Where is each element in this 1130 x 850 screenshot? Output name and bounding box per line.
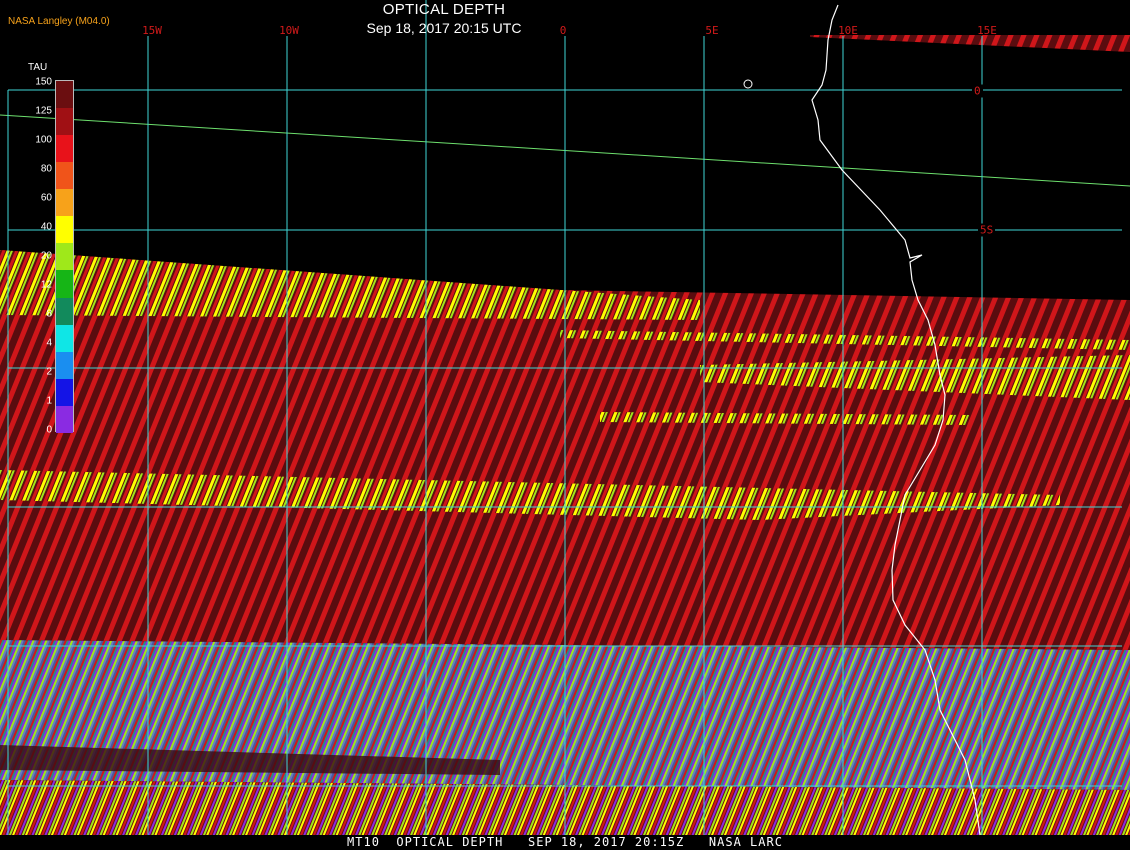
- legend-swatch: [56, 108, 73, 136]
- legend-swatch: [56, 351, 73, 379]
- legend-swatch: [56, 162, 73, 190]
- legend-tick-label: 125: [35, 105, 52, 117]
- credit-label: NASA Langley (M04.0): [8, 16, 110, 27]
- legend-tick-label: 60: [40, 192, 52, 204]
- lon-label-10w: 10W: [279, 24, 299, 37]
- legend-swatch: [56, 270, 73, 298]
- color-scale-bar: [55, 80, 74, 433]
- lon-label-10e: 10E: [838, 24, 858, 37]
- map-timestamp: Sep 18, 2017 20:15 UTC: [366, 20, 522, 36]
- legend-tick-label: 2: [46, 366, 52, 378]
- legend-tick-label: 0: [46, 424, 52, 436]
- lon-label-15e: 15E: [977, 24, 997, 37]
- legend-tick-label: 80: [40, 163, 52, 175]
- legend-swatch: [56, 405, 73, 433]
- optical-depth-map: [0, 0, 1130, 850]
- legend-swatch: [56, 216, 73, 244]
- legend-title: TAU: [28, 62, 48, 73]
- legend-swatch: [56, 189, 73, 217]
- lat-label-5s: 5S: [978, 223, 996, 237]
- legend-tick-label: 4: [46, 337, 52, 349]
- legend-swatch: [56, 324, 73, 352]
- legend-swatch: [56, 243, 73, 271]
- map-title: OPTICAL DEPTH: [382, 1, 506, 18]
- legend-swatch: [56, 297, 73, 325]
- legend-tick-label: 20: [40, 250, 52, 262]
- legend-tick-label: 150: [35, 76, 52, 88]
- legend-swatch: [56, 81, 73, 109]
- lon-label-15w: 15W: [142, 24, 162, 37]
- legend-swatch: [56, 378, 73, 406]
- legend-tick-label: 8: [46, 308, 52, 320]
- legend-swatch: [56, 135, 73, 163]
- lon-label-5e: 5E: [705, 24, 719, 37]
- lon-label-0: 0: [559, 24, 567, 37]
- legend-tick-label: 1: [46, 395, 52, 407]
- map-footer: MT10 OPTICAL DEPTH SEP 18, 2017 20:15Z N…: [347, 835, 783, 849]
- legend-tick-label: 12: [40, 279, 52, 291]
- lat-label-0: 0: [972, 84, 983, 98]
- legend-tick-label: 100: [35, 134, 52, 146]
- legend-tick-label: 40: [40, 221, 52, 233]
